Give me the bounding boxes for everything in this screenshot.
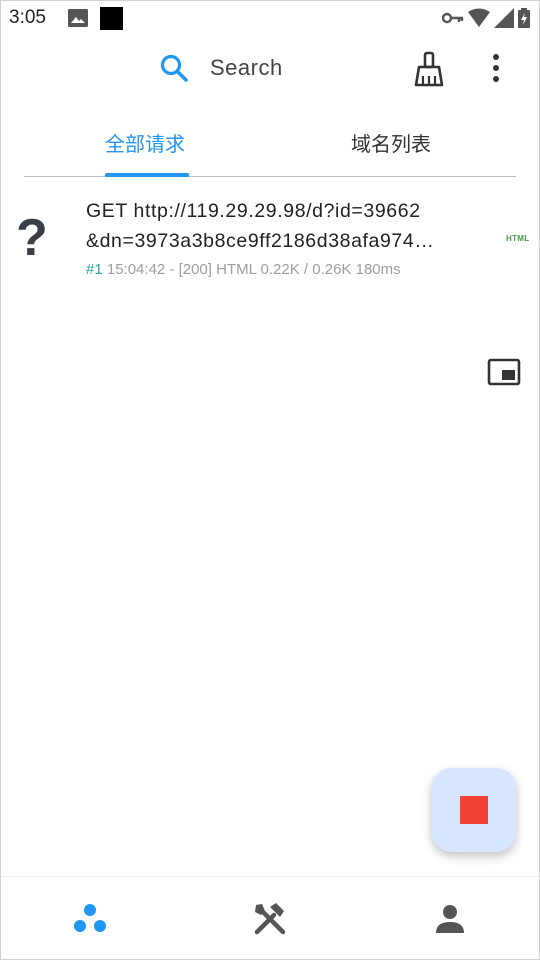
tab-domain-list[interactable]: 域名列表: [351, 128, 431, 157]
request-url-line1: GET http://119.29.29.98/d?id=39662: [86, 200, 421, 222]
person-icon[interactable]: [430, 899, 470, 939]
notification-square-icon: [100, 7, 123, 30]
bottom-navigation: [0, 876, 540, 961]
broom-icon[interactable]: [410, 50, 448, 88]
request-url-line2: &dn=3973a3b8ce9ff2186d38afa974…: [86, 230, 435, 252]
tab-indicator: [105, 173, 189, 177]
unknown-icon: ?: [16, 209, 48, 267]
request-meta: #1 15:04:42 - [200] HTML 0.22K / 0.26K 1…: [86, 261, 401, 278]
tab-all-requests[interactable]: 全部请求: [105, 128, 185, 157]
status-time: 3:05: [9, 7, 46, 28]
content-type-badge: HTML: [506, 234, 530, 243]
photo-icon: [68, 9, 88, 27]
request-list-item[interactable]: ? GET http://119.29.29.98/d?id=39662 &dn…: [0, 186, 540, 286]
battery-icon: [518, 8, 530, 28]
vpn-key-icon: [442, 12, 464, 24]
tab-bar: 全部请求 域名列表: [24, 110, 516, 177]
tools-icon[interactable]: [250, 899, 290, 939]
wifi-icon: [468, 8, 490, 27]
stop-icon: [460, 796, 488, 824]
stop-capture-button[interactable]: [432, 768, 516, 852]
signal-icon: [494, 8, 514, 28]
search-input[interactable]: Search: [210, 55, 283, 81]
status-icons: [442, 8, 530, 28]
more-vert-icon[interactable]: [482, 50, 510, 86]
status-bar: 3:05: [0, 0, 540, 36]
search-icon[interactable]: [158, 52, 190, 84]
picture-in-picture-icon[interactable]: [487, 358, 521, 386]
bubbles-icon[interactable]: [70, 899, 110, 939]
request-index: #1: [86, 261, 103, 278]
toolbar: Search: [0, 36, 540, 100]
request-details: 15:04:42 - [200] HTML 0.22K / 0.26K 180m…: [106, 261, 401, 278]
